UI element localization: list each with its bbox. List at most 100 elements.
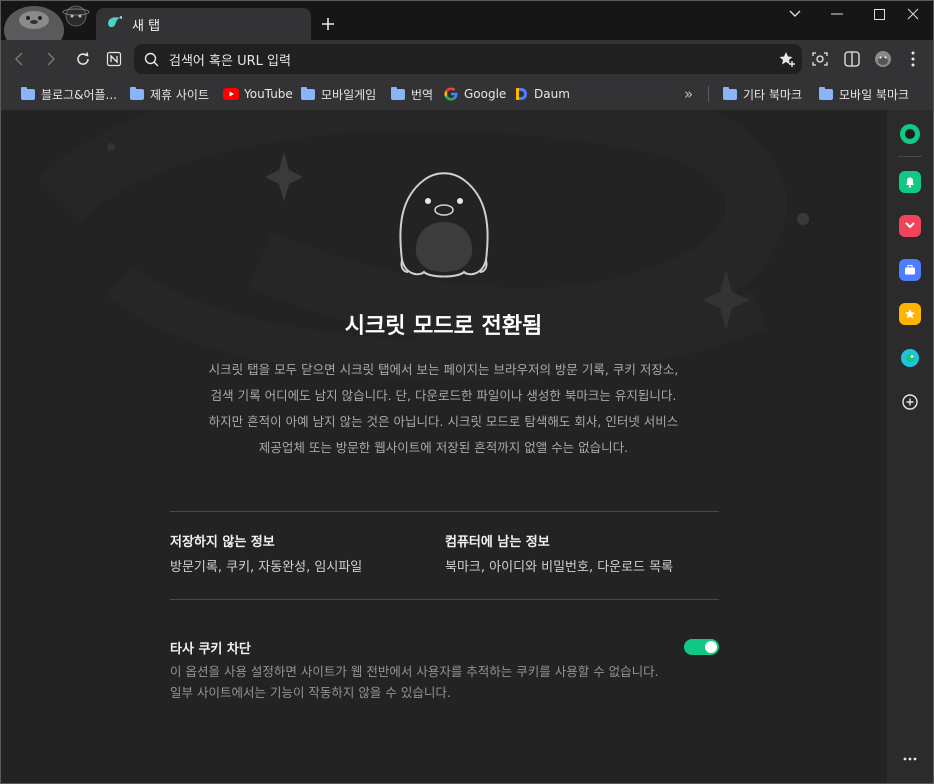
bell-icon: [906, 177, 914, 188]
forward-button[interactable]: [38, 46, 64, 72]
not-saved-title: 저장하지 않는 정보: [170, 535, 275, 550]
menu-button[interactable]: [900, 46, 926, 72]
tab-search-button[interactable]: [774, 0, 816, 28]
capture-button[interactable]: [807, 46, 833, 72]
bookmark-label: Daum: [534, 87, 570, 101]
bookmark-label: 모바일게임: [321, 87, 377, 102]
bookmark-label: 기타 북마크: [743, 87, 803, 102]
bookmarks-bar: 블로그&어플... 제휴 사이트 YouTube 모바일게임 번역 Google…: [0, 78, 934, 110]
incognito-description: 시크릿 탭을 모두 닫으면 시크릿 탭에서 보는 페이지는 브라우저의 방문 기…: [160, 357, 727, 461]
sidebar-favorites-button[interactable]: [899, 303, 921, 325]
bookmark-label: YouTube: [244, 87, 293, 101]
bookmark-star-icon[interactable]: [778, 50, 796, 72]
toggle-knob: [705, 641, 717, 653]
folder-icon: [300, 86, 316, 102]
new-tab-button[interactable]: [316, 12, 340, 36]
folder-icon: [722, 86, 738, 102]
green-dot-icon: [900, 124, 920, 144]
bookmark-divider: [708, 86, 709, 102]
camera-icon: [812, 52, 828, 66]
more-horizontal-icon: [903, 757, 917, 761]
naver-icon: [106, 51, 122, 67]
bookmark-label: 모바일 북마크: [839, 87, 910, 102]
divider: [170, 511, 719, 512]
sidebar-more-button[interactable]: [899, 748, 921, 770]
sidebar-tools-button[interactable]: [899, 259, 921, 281]
profile-button[interactable]: [870, 46, 896, 72]
third-party-cookie-toggle[interactable]: [684, 639, 719, 655]
tab-label: 새 탭: [132, 18, 161, 34]
profile-avatar-icon: [875, 51, 891, 67]
reload-icon: [77, 52, 89, 65]
title-bar: 새 탭: [0, 0, 934, 40]
saved-title: 컴퓨터에 남는 정보: [445, 535, 550, 550]
mobile-bookmarks-folder[interactable]: 모바일 북마크: [818, 85, 909, 103]
reload-button[interactable]: [70, 46, 96, 72]
maximize-icon: [873, 8, 885, 20]
navigation-toolbar: 검색어 혹은 URL 입력: [0, 40, 934, 78]
google-icon: [443, 86, 459, 102]
description-line: 검색 기록 어디에도 남지 않습니다. 단, 다운로드한 파일이나 생성한 북마…: [210, 388, 677, 403]
close-icon: [907, 8, 919, 20]
daum-icon: [513, 86, 529, 102]
bookmark-item[interactable]: 번역: [390, 85, 433, 103]
right-sidebar: [887, 110, 934, 784]
third-party-cookie-description: 이 옵션을 사용 설정하면 사이트가 웹 전반에서 사용자를 추적하는 쿠키를 …: [170, 661, 730, 703]
sidebar-divider: [898, 156, 922, 157]
not-saved-items: 방문기록, 쿠키, 자동완성, 임시파일: [170, 560, 363, 575]
sidebar-add-button[interactable]: [899, 391, 921, 413]
other-bookmarks-folder[interactable]: 기타 북마크: [722, 85, 802, 103]
arrow-left-icon: [14, 52, 23, 66]
incognito-mascot-icon: [0, 0, 96, 40]
bookmark-item[interactable]: Google: [443, 85, 506, 103]
bookmark-item[interactable]: YouTube: [223, 85, 293, 103]
more-vertical-icon: [911, 51, 915, 67]
back-button[interactable]: [6, 46, 32, 72]
plus-circle-icon: [902, 394, 918, 410]
minimize-button[interactable]: [816, 0, 858, 28]
sidebar-pocket-button[interactable]: [899, 215, 921, 237]
star-icon: [905, 309, 915, 319]
sidebar-papago-button[interactable]: [899, 347, 921, 369]
folder-icon: [20, 86, 36, 102]
description-line: 이 옵션을 사용 설정하면 사이트가 웹 전반에서 사용자를 추적하는 쿠키를 …: [170, 664, 659, 679]
chevron-down-icon: [789, 10, 801, 17]
description-line: 하지만 흔적이 아예 남지 않는 것은 아닙니다. 시크릿 모드로 탐색해도 회…: [208, 414, 679, 429]
divider: [170, 599, 719, 600]
bookmark-label: 번역: [411, 87, 434, 102]
bookmark-label: 제휴 사이트: [150, 87, 210, 102]
pocket-icon: [905, 222, 915, 229]
plus-icon: [322, 18, 334, 30]
sidebar-notification-button[interactable]: [899, 171, 921, 193]
saved-items: 북마크, 아이디와 비밀번호, 다운로드 목록: [445, 560, 674, 575]
bookmarks-overflow-button[interactable]: »: [684, 85, 693, 103]
split-view-button[interactable]: [839, 46, 865, 72]
folder-icon: [390, 86, 406, 102]
close-button[interactable]: [892, 0, 934, 28]
split-view-icon: [844, 51, 860, 67]
description-line: 시크릿 탭을 모두 닫으면 시크릿 탭에서 보는 페이지는 브라우저의 방문 기…: [208, 362, 679, 377]
search-icon: [144, 52, 159, 66]
third-party-cookie-title: 타사 쿠키 차단: [170, 642, 251, 657]
minimize-icon: [831, 13, 843, 15]
folder-icon: [818, 86, 834, 102]
papago-icon: [901, 349, 919, 367]
incognito-page: 시크릿 모드로 전환됨 시크릿 탭을 모두 닫으면 시크릿 탭에서 보는 페이지…: [0, 110, 887, 784]
incognito-mascot-icon: [394, 168, 494, 284]
address-bar[interactable]: 검색어 혹은 URL 입력: [134, 44, 802, 74]
youtube-icon: [223, 86, 239, 102]
description-line: 제공업체 또는 방문한 웹사이트에 저장된 흔적까지 없앨 수는 없습니다.: [258, 440, 629, 455]
bookmark-label: 블로그&어플...: [41, 87, 118, 102]
bookmark-item[interactable]: 블로그&어플...: [20, 85, 117, 103]
page-title: 시크릿 모드로 전환됨: [344, 314, 543, 339]
green-dot-app-button[interactable]: [899, 123, 921, 145]
whale-icon: [106, 14, 123, 34]
bookmark-item[interactable]: Daum: [513, 85, 570, 103]
bookmark-item[interactable]: 모바일게임: [300, 85, 376, 103]
description-line: 일부 사이트에서는 기능이 작동하지 않을 수 있습니다.: [170, 685, 451, 700]
naver-home-button[interactable]: [101, 46, 127, 72]
bookmark-item[interactable]: 제휴 사이트: [129, 85, 209, 103]
tab-new-tab[interactable]: 새 탭: [96, 8, 311, 40]
address-bar-placeholder: 검색어 혹은 URL 입력: [169, 53, 291, 69]
arrow-right-icon: [47, 52, 56, 66]
